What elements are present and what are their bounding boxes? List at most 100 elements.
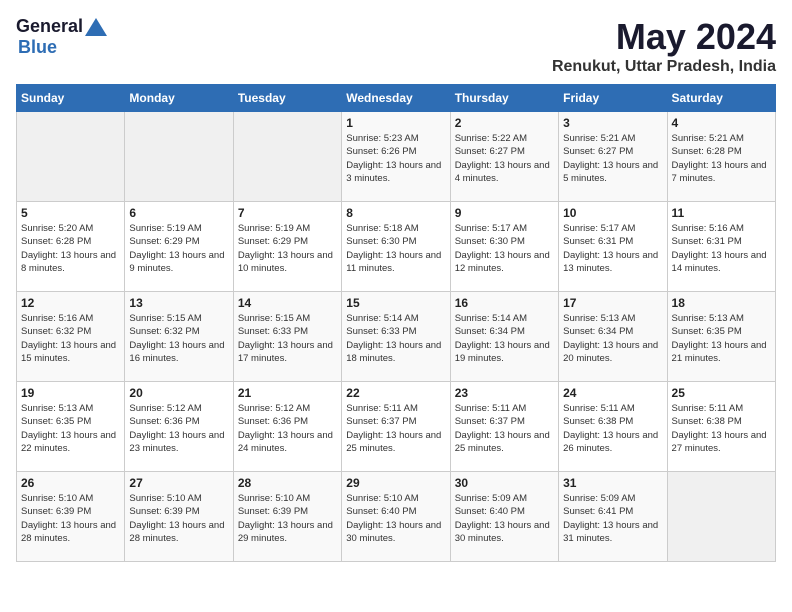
day-info-line: Sunset: 6:37 PM <box>346 416 416 427</box>
day-info-line: Sunrise: 5:15 AM <box>238 313 310 324</box>
calendar-cell: 23Sunrise: 5:11 AMSunset: 6:37 PMDayligh… <box>450 382 558 472</box>
day-info-line: Daylight: 13 hours and 4 minutes. <box>455 160 550 184</box>
day-info: Sunrise: 5:16 AMSunset: 6:32 PMDaylight:… <box>21 312 120 365</box>
day-info-line: Sunset: 6:32 PM <box>21 326 91 337</box>
day-info-line: Daylight: 13 hours and 23 minutes. <box>129 430 224 454</box>
day-info-line: Daylight: 13 hours and 20 minutes. <box>563 340 658 364</box>
calendar-cell: 2 Sunrise: 5:22 AM Sunset: 6:27 PM Daylight… <box>450 112 558 202</box>
day-info-line: Sunrise: 5:21 AM <box>563 133 635 144</box>
calendar-cell: 5 Sunrise: 5:20 AMSunset: 6:28 PMDaylight… <box>17 202 125 292</box>
day-number: 11 <box>672 206 771 220</box>
day-info-line: Sunrise: 5:21 AM <box>672 133 744 144</box>
day-info-line: Daylight: 13 hours and 19 minutes. <box>455 340 550 364</box>
day-info: Sunrise: 5:10 AMSunset: 6:39 PMDaylight:… <box>21 492 120 545</box>
day-info-line: Sunset: 6:41 PM <box>563 506 633 517</box>
day-info-line: Sunset: 6:27 PM <box>563 146 633 157</box>
weekday-header-sunday: Sunday <box>17 85 125 112</box>
calendar-table: SundayMondayTuesdayWednesdayThursdayFrid… <box>16 84 776 562</box>
day-info: Sunrise: 5:11 AMSunset: 6:37 PMDaylight:… <box>346 402 445 455</box>
calendar-cell: 27Sunrise: 5:10 AMSunset: 6:39 PMDayligh… <box>125 472 233 562</box>
day-info-line: Daylight: 13 hours and 17 minutes. <box>238 340 333 364</box>
day-info: Sunrise: 5:20 AMSunset: 6:28 PMDaylight:… <box>21 222 120 275</box>
day-info-line: Sunrise: 5:14 AM <box>346 313 418 324</box>
day-info-line: Sunset: 6:27 PM <box>455 146 525 157</box>
calendar-cell <box>667 472 775 562</box>
day-number: 2 <box>455 116 554 130</box>
day-info-line: Daylight: 13 hours and 14 minutes. <box>672 250 767 274</box>
day-number: 9 <box>455 206 554 220</box>
calendar-cell <box>125 112 233 202</box>
day-number: 18 <box>672 296 771 310</box>
day-number: 7 <box>238 206 337 220</box>
calendar-cell: 16Sunrise: 5:14 AMSunset: 6:34 PMDayligh… <box>450 292 558 382</box>
day-info: Sunrise: 5:13 AMSunset: 6:34 PMDaylight:… <box>563 312 662 365</box>
day-info-line: Sunset: 6:34 PM <box>455 326 525 337</box>
day-info-line: Sunrise: 5:22 AM <box>455 133 527 144</box>
day-info-line: Sunset: 6:30 PM <box>455 236 525 247</box>
day-info-line: Sunrise: 5:11 AM <box>455 403 527 414</box>
weekday-header-friday: Friday <box>559 85 667 112</box>
day-info-line: Daylight: 13 hours and 26 minutes. <box>563 430 658 454</box>
logo-blue: Blue <box>18 37 57 57</box>
day-number: 16 <box>455 296 554 310</box>
calendar-cell: 28Sunrise: 5:10 AMSunset: 6:39 PMDayligh… <box>233 472 341 562</box>
day-info-line: Sunset: 6:33 PM <box>238 326 308 337</box>
weekday-header-tuesday: Tuesday <box>233 85 341 112</box>
day-info-line: Daylight: 13 hours and 31 minutes. <box>563 520 658 544</box>
day-info: Sunrise: 5:22 AM Sunset: 6:27 PM Daylight:… <box>455 132 554 185</box>
day-info: Sunrise: 5:10 AMSunset: 6:39 PMDaylight:… <box>129 492 228 545</box>
day-number: 20 <box>129 386 228 400</box>
day-number: 15 <box>346 296 445 310</box>
day-number: 6 <box>129 206 228 220</box>
calendar-cell: 11Sunrise: 5:16 AMSunset: 6:31 PMDayligh… <box>667 202 775 292</box>
day-info: Sunrise: 5:17 AMSunset: 6:30 PMDaylight:… <box>455 222 554 275</box>
day-info: Sunrise: 5:12 AMSunset: 6:36 PMDaylight:… <box>129 402 228 455</box>
day-info: Sunrise: 5:17 AMSunset: 6:31 PMDaylight:… <box>563 222 662 275</box>
day-info-line: Daylight: 13 hours and 9 minutes. <box>129 250 224 274</box>
day-number: 4 <box>672 116 771 130</box>
day-number: 24 <box>563 386 662 400</box>
calendar-cell: 18Sunrise: 5:13 AMSunset: 6:35 PMDayligh… <box>667 292 775 382</box>
day-info-line: Sunset: 6:36 PM <box>129 416 199 427</box>
day-info-line: Sunrise: 5:17 AM <box>563 223 635 234</box>
day-number: 5 <box>21 206 120 220</box>
calendar-cell: 22Sunrise: 5:11 AMSunset: 6:37 PMDayligh… <box>342 382 450 472</box>
day-info-line: Daylight: 13 hours and 30 minutes. <box>455 520 550 544</box>
day-info-line: Sunrise: 5:13 AM <box>21 403 93 414</box>
calendar-cell: 25 Sunrise: 5:11 AMSunset: 6:38 PMDayligh… <box>667 382 775 472</box>
day-info-line: Daylight: 13 hours and 29 minutes. <box>238 520 333 544</box>
logo: General Blue <box>16 16 107 58</box>
day-info-line: Sunset: 6:39 PM <box>238 506 308 517</box>
calendar-cell: 9 Sunrise: 5:17 AMSunset: 6:30 PMDaylight… <box>450 202 558 292</box>
location: Renukut, Uttar Pradesh, India <box>552 58 776 76</box>
day-number: 26 <box>21 476 120 490</box>
day-info-line: Sunset: 6:37 PM <box>455 416 525 427</box>
day-info: Sunrise: 5:11 AMSunset: 6:38 PMDaylight:… <box>672 402 771 455</box>
calendar-week-row: 12Sunrise: 5:16 AMSunset: 6:32 PMDayligh… <box>17 292 776 382</box>
day-info-line: Sunset: 6:35 PM <box>672 326 742 337</box>
day-info: Sunrise: 5:10 AM Sunset: 6:39 PM Daylight:… <box>238 492 337 545</box>
day-info-line: Daylight: 13 hours and 30 minutes. <box>346 520 441 544</box>
day-info-line: Sunrise: 5:09 AM <box>455 493 527 504</box>
day-number: 31 <box>563 476 662 490</box>
day-info-line: Sunrise: 5:18 AM <box>346 223 418 234</box>
day-info-line: Sunset: 6:35 PM <box>21 416 91 427</box>
day-info-line: Sunset: 6:31 PM <box>672 236 742 247</box>
calendar-cell: 4Sunrise: 5:21 AMSunset: 6:28 PMDaylight… <box>667 112 775 202</box>
day-info-line: Sunrise: 5:10 AM <box>238 493 310 504</box>
calendar-cell: 7Sunrise: 5:19 AMSunset: 6:29 PMDaylight… <box>233 202 341 292</box>
day-info-line: Daylight: 13 hours and 15 minutes. <box>21 340 116 364</box>
calendar-week-row: 5 Sunrise: 5:20 AMSunset: 6:28 PMDaylight… <box>17 202 776 292</box>
calendar-cell: 6Sunrise: 5:19 AMSunset: 6:29 PMDaylight… <box>125 202 233 292</box>
day-info: Sunrise: 5:15 AM Sunset: 6:33 PM Daylight:… <box>238 312 337 365</box>
day-number: 25 <box>672 386 771 400</box>
day-info-line: Daylight: 13 hours and 21 minutes. <box>672 340 767 364</box>
day-info-line: Sunrise: 5:10 AM <box>129 493 201 504</box>
calendar-cell: 17Sunrise: 5:13 AMSunset: 6:34 PMDayligh… <box>559 292 667 382</box>
day-info-line: Sunrise: 5:11 AM <box>672 403 744 414</box>
day-info-line: Sunset: 6:26 PM <box>346 146 416 157</box>
day-info-line: Daylight: 13 hours and 18 minutes. <box>346 340 441 364</box>
day-info-line: Sunset: 6:31 PM <box>563 236 633 247</box>
calendar-cell: 10Sunrise: 5:17 AMSunset: 6:31 PMDayligh… <box>559 202 667 292</box>
day-info: Sunrise: 5:13 AMSunset: 6:35 PMDaylight:… <box>21 402 120 455</box>
